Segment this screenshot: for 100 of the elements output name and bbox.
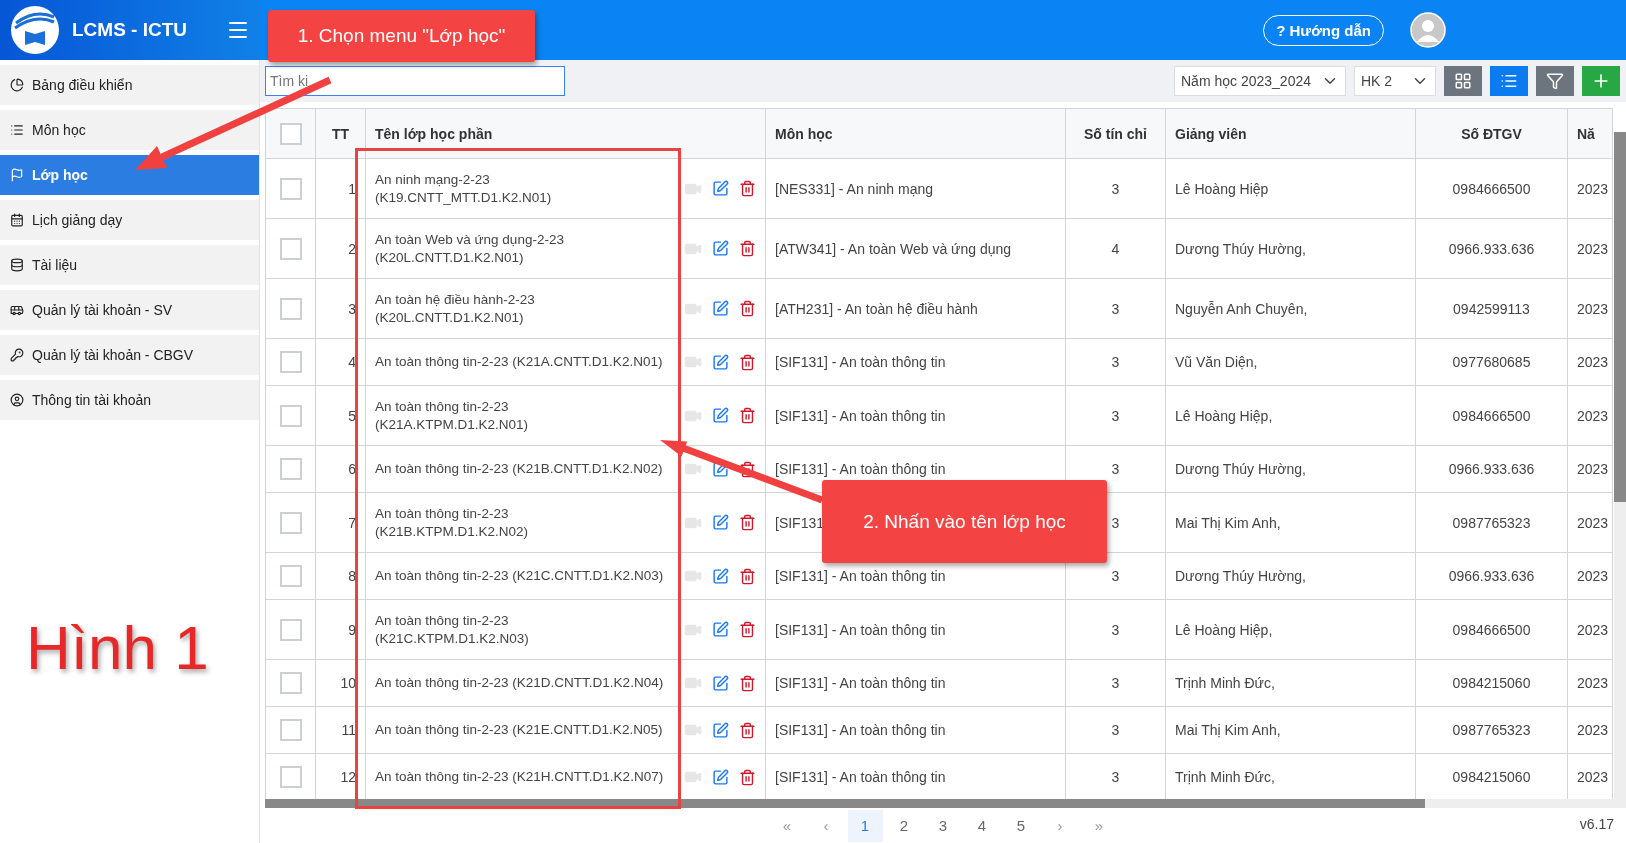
view-toggle-button[interactable] [1444, 66, 1482, 96]
table-cell: 3 [1065, 385, 1166, 446]
menu-item-icon [10, 168, 24, 182]
delete-icon[interactable] [739, 721, 756, 739]
table-cell: 0966.933.636 [1415, 218, 1568, 279]
sidebar-item[interactable]: Tài liệu [0, 245, 259, 285]
edit-icon[interactable] [712, 567, 729, 585]
table-cell: 2023 [1567, 552, 1613, 600]
term-select[interactable]: HK 2 [1354, 66, 1436, 96]
edit-icon[interactable] [712, 768, 729, 786]
sidebar-item[interactable]: Môn học [0, 110, 259, 150]
table-cell: 0984215060 [1415, 659, 1568, 707]
delete-icon[interactable] [739, 514, 756, 531]
table-cell: 1 [315, 158, 366, 219]
delete-icon[interactable] [739, 621, 756, 638]
row-checkbox[interactable] [279, 511, 302, 534]
sidebar-item[interactable]: Lớp học [0, 155, 259, 195]
table-cell: 2023 [1567, 599, 1613, 660]
menu-item-icon [10, 393, 24, 407]
table-cell: Lê Hoàng Hiệp [1165, 158, 1416, 219]
table-cell: 5 [315, 385, 366, 446]
delete-icon[interactable] [739, 300, 756, 317]
table-cell: 0984666500 [1415, 385, 1568, 446]
table-cell: 3 [315, 278, 366, 339]
row-checkbox[interactable] [279, 237, 302, 260]
sidebar-item[interactable]: Lịch giảng dạy [0, 200, 259, 240]
row-checkbox[interactable] [279, 565, 302, 587]
table-cell: [ATH231] - An toàn hệ điều hành [765, 278, 1066, 339]
delete-icon[interactable] [739, 460, 756, 478]
edit-icon[interactable] [712, 674, 729, 692]
edit-icon[interactable] [712, 621, 729, 638]
row-checkbox[interactable] [279, 618, 302, 641]
view-toggle-button[interactable] [1490, 66, 1528, 96]
row-checkbox[interactable] [279, 404, 302, 427]
delete-icon[interactable] [739, 567, 756, 585]
table-cell: 3 [1065, 659, 1166, 707]
delete-icon[interactable] [739, 240, 756, 257]
delete-icon[interactable] [739, 407, 756, 424]
page-button[interactable]: 4 [964, 809, 1000, 842]
delete-icon[interactable] [739, 180, 756, 197]
table-cell: 2023 [1567, 385, 1613, 446]
edit-icon[interactable] [712, 407, 729, 424]
sidebar-item[interactable]: Thông tin tài khoản [0, 380, 259, 420]
edit-icon[interactable] [712, 180, 729, 197]
table-cell: Lê Hoàng Hiệp, [1165, 385, 1416, 446]
table-cell: 2023 [1567, 659, 1613, 707]
row-checkbox[interactable] [279, 719, 302, 741]
column-header: Số tín chỉ [1065, 108, 1166, 159]
delete-icon[interactable] [739, 353, 756, 371]
year-select[interactable]: Năm học 2023_2024 [1174, 66, 1346, 96]
page-button[interactable]: 3 [925, 809, 961, 842]
table-cell: 3 [1065, 158, 1166, 219]
edit-icon[interactable] [712, 721, 729, 739]
table-cell: [SIF131] - An toàn thông tin [765, 385, 1066, 446]
row-checkbox[interactable] [279, 177, 302, 200]
table-cell: Mai Thị Kim Anh, [1165, 706, 1416, 754]
table-cell: [SIF131] - An toàn thông tin [765, 338, 1066, 386]
table-cell: 3 [1065, 278, 1166, 339]
add-button[interactable] [1582, 66, 1620, 96]
table-cell: Mai Thị Kim Anh, [1165, 492, 1416, 553]
row-checkbox[interactable] [279, 766, 302, 788]
logo-icon [10, 5, 60, 55]
table-cell: 0984666500 [1415, 158, 1568, 219]
page-button[interactable]: 5 [1003, 809, 1039, 842]
table-cell: 0966.933.636 [1415, 552, 1568, 600]
list-icon [1500, 72, 1518, 90]
table-cell: 3 [1065, 706, 1166, 754]
sidebar-item[interactable]: Quản lý tài khoản - CBGV [0, 335, 259, 375]
horizontal-scrollbar[interactable] [265, 799, 1614, 808]
page-button[interactable]: 1 [847, 809, 883, 842]
column-header: Số ĐTGV [1415, 108, 1568, 159]
search-field[interactable]: Tìm ki [265, 66, 565, 96]
table-cell: Vũ Văn Diện, [1165, 338, 1416, 386]
delete-icon[interactable] [739, 674, 756, 692]
edit-icon[interactable] [712, 300, 729, 317]
edit-icon[interactable] [712, 353, 729, 371]
row-checkbox[interactable] [279, 458, 302, 480]
page-button[interactable]: 2 [886, 809, 922, 842]
table-cell: Nguyễn Anh Chuyên, [1165, 278, 1416, 339]
edit-icon[interactable] [712, 514, 729, 531]
table-cell: 0987765323 [1415, 706, 1568, 754]
menu-item-icon [10, 78, 24, 92]
table-cell: [SIF131] - An toàn thông tin [765, 706, 1066, 754]
column-header: Môn học [765, 108, 1066, 159]
table-cell: 2023 [1567, 445, 1613, 493]
table-cell: Dương Thúy Hường, [1165, 552, 1416, 600]
column-header: Nă [1567, 108, 1613, 159]
select-all-checkbox[interactable] [279, 122, 302, 145]
table-cell: 0977680685 [1415, 338, 1568, 386]
sidebar-item[interactable]: Bảng điều khiển [0, 65, 259, 105]
vertical-scrollbar[interactable] [1614, 132, 1626, 808]
sidebar-item[interactable]: Quản lý tài khoản - SV [0, 290, 259, 330]
filter-button[interactable] [1536, 66, 1574, 96]
row-checkbox[interactable] [279, 297, 302, 320]
edit-icon[interactable] [712, 240, 729, 257]
delete-icon[interactable] [739, 768, 756, 786]
row-checkbox[interactable] [279, 351, 302, 373]
avatar-icon[interactable] [1410, 12, 1446, 48]
row-checkbox[interactable] [279, 672, 302, 694]
menu-item-icon [10, 213, 24, 227]
